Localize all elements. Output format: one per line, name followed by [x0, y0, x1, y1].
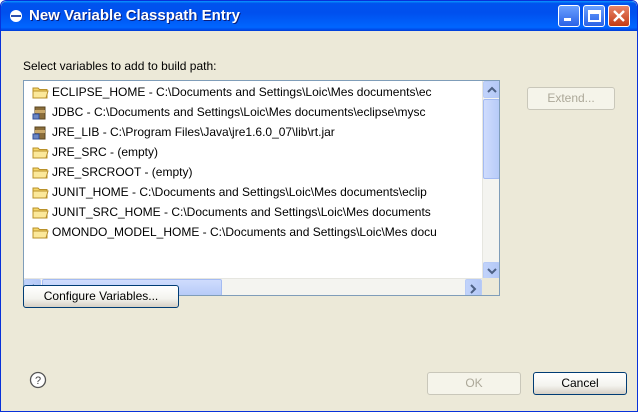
list-item[interactable]: JRE_LIB - C:\Program Files\Java\jre1.6.0…	[26, 123, 484, 142]
variables-list[interactable]: ECLIPSE_HOME - C:\Documents and Settings…	[23, 80, 500, 296]
folder-icon	[32, 205, 49, 220]
dialog-content: Select variables to add to build path: E…	[1, 31, 637, 411]
vertical-scroll-thumb[interactable]	[483, 99, 499, 179]
chevron-up-icon	[487, 86, 497, 93]
scroll-right-arrow[interactable]	[465, 279, 482, 295]
list-item[interactable]: JRE_SRCROOT - (empty)	[26, 163, 484, 182]
scroll-down-arrow[interactable]	[483, 262, 499, 279]
close-icon	[613, 10, 625, 22]
list-item[interactable]: JDBC - C:\Documents and Settings\Loic\Me…	[26, 103, 484, 122]
folder-icon	[32, 165, 49, 180]
jar-icon	[32, 105, 49, 120]
folder-icon	[32, 145, 49, 160]
cancel-button[interactable]: Cancel	[533, 372, 627, 395]
window-title: New Variable Classpath Entry	[29, 7, 240, 24]
list-item[interactable]: JUNIT_HOME - C:\Documents and Settings\L…	[26, 183, 484, 202]
scroll-up-arrow[interactable]	[483, 81, 499, 98]
vertical-scrollbar[interactable]	[482, 81, 499, 279]
title-bar[interactable]: New Variable Classpath Entry	[1, 1, 637, 31]
instruction-label: Select variables to add to build path:	[23, 59, 217, 73]
folder-icon	[32, 225, 49, 240]
dialog-window: New Variable Classpath Entry Select vari…	[0, 0, 638, 412]
list-item-label: JRE_SRC - (empty)	[52, 145, 159, 159]
list-item-label: ECLIPSE_HOME - C:\Documents and Settings…	[52, 85, 432, 99]
help-icon[interactable]: ?	[29, 371, 47, 389]
maximize-button[interactable]	[583, 5, 605, 27]
minimize-icon	[564, 18, 571, 21]
configure-variables-button[interactable]: Configure Variables...	[23, 285, 179, 308]
svg-text:?: ?	[35, 375, 41, 387]
list-item[interactable]: JUNIT_SRC_HOME - C:\Documents and Settin…	[26, 203, 484, 222]
extend-button[interactable]: Extend...	[527, 87, 615, 110]
list-rows: ECLIPSE_HOME - C:\Documents and Settings…	[24, 81, 484, 281]
minimize-button[interactable]	[558, 5, 580, 27]
list-item[interactable]: ECLIPSE_HOME - C:\Documents and Settings…	[26, 83, 484, 102]
close-button[interactable]	[608, 5, 630, 27]
list-item-label: JUNIT_SRC_HOME - C:\Documents and Settin…	[52, 205, 431, 219]
jar-icon	[32, 125, 49, 140]
chevron-down-icon	[487, 268, 497, 275]
list-item[interactable]: JRE_SRC - (empty)	[26, 143, 484, 162]
folder-icon	[32, 185, 49, 200]
list-item-label: JDBC - C:\Documents and Settings\Loic\Me…	[52, 105, 426, 119]
chevron-right-icon	[470, 284, 477, 294]
eclipse-app-icon	[10, 10, 22, 22]
list-item-label: JUNIT_HOME - C:\Documents and Settings\L…	[52, 185, 427, 199]
folder-icon	[32, 85, 49, 100]
scroll-corner	[482, 278, 499, 295]
list-item-label: JRE_SRCROOT - (empty)	[52, 165, 193, 179]
maximize-icon	[588, 10, 601, 22]
ok-button[interactable]: OK	[427, 372, 521, 395]
list-item-label: OMONDO_MODEL_HOME - C:\Documents and Set…	[52, 225, 437, 239]
list-item[interactable]: OMONDO_MODEL_HOME - C:\Documents and Set…	[26, 223, 484, 242]
list-item-label: JRE_LIB - C:\Program Files\Java\jre1.6.0…	[52, 125, 335, 139]
